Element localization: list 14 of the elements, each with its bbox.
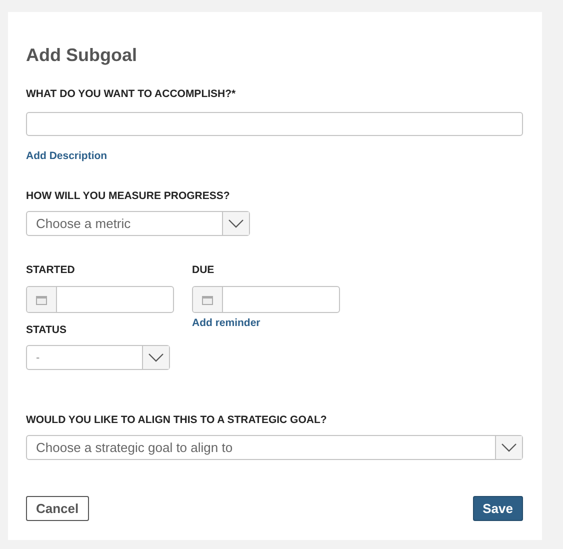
field-label: WHAT DO YOU WANT TO ACCOMPLISH?* xyxy=(26,87,237,101)
status-dropdown[interactable]: - xyxy=(26,345,170,370)
strategic-goal-dropdown[interactable]: Choose a strategic goal to align to xyxy=(26,435,523,460)
add-description-link[interactable]: Add Description xyxy=(26,149,108,163)
field-label: HOW WILL YOU MEASURE PROGRESS? xyxy=(26,189,231,203)
field-label: STARTED xyxy=(26,263,75,277)
add-reminder-link[interactable]: Add reminder xyxy=(192,316,260,330)
cancel-button[interactable]: Cancel xyxy=(26,496,89,521)
save-button[interactable]: Save xyxy=(472,496,523,521)
field-label: STATUS xyxy=(26,323,66,337)
form-title: Add Subgoal xyxy=(26,44,138,66)
field-label: DUE xyxy=(192,263,214,277)
field-label: WOULD YOU LIKE TO ALIGN THIS TO A STRATEGIC GOAL? xyxy=(26,413,328,427)
metric-dropdown[interactable]: Choose a metric xyxy=(26,211,250,236)
